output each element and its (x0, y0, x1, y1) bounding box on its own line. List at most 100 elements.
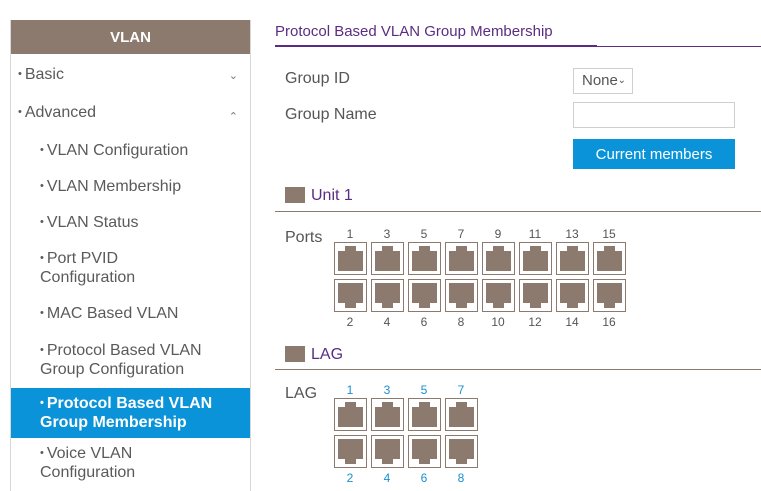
lag-6[interactable] (408, 435, 441, 468)
sidebar-item-label: VLAN Membership (46, 178, 182, 195)
sidebar-item-label: Protocol Based VLAN (46, 395, 213, 412)
group-id-value: None (582, 72, 618, 89)
ports-label: Ports (285, 229, 323, 246)
sidebar-item-vlan-status[interactable]: • VLAN Status (11, 214, 250, 233)
sidebar-item-label: Basic (24, 66, 64, 83)
bullet-icon: • (40, 344, 44, 356)
lag-number-top: 5 (420, 383, 428, 397)
bullet-icon: • (40, 216, 44, 228)
port-10[interactable] (482, 279, 515, 312)
group-id-select[interactable]: None ⌄ (573, 68, 633, 94)
port-9[interactable] (482, 242, 515, 275)
bullet-icon: • (40, 144, 44, 156)
port-14[interactable] (556, 279, 589, 312)
sidebar-item-label: Configuration (40, 269, 136, 286)
lag-2[interactable] (334, 435, 367, 468)
ethernet-port-icon (412, 283, 437, 308)
ethernet-port-icon (597, 246, 622, 271)
port-16[interactable] (593, 279, 626, 312)
sidebar-item-vlan-configuration[interactable]: • VLAN Configuration (11, 142, 250, 161)
sidebar-item-label: Voice VLAN (46, 445, 133, 462)
port-12[interactable] (519, 279, 552, 312)
lag-7[interactable] (445, 398, 478, 431)
lag-title: LAG (311, 346, 344, 363)
lag-1[interactable] (334, 398, 367, 431)
bullet-icon: • (40, 447, 44, 459)
ethernet-port-icon (523, 283, 548, 308)
sidebar: VLAN • Basic ⌄ • Advanced ⌃ • VLAN Configur… (10, 20, 251, 491)
ethernet-port-icon (412, 439, 437, 464)
port-number-top: 13 (565, 227, 579, 241)
unit-icon (285, 187, 305, 203)
sidebar-item-protocol-vlan-group-configuration[interactable]: • Protocol Based VLAN Group Configuration (11, 342, 250, 379)
sidebar-item-label: Group Configuration (40, 361, 185, 378)
ethernet-port-icon (560, 283, 585, 308)
port-13[interactable] (556, 242, 589, 275)
lag-3[interactable] (371, 398, 404, 431)
port-number-bottom: 6 (420, 315, 428, 329)
port-number-top: 3 (383, 227, 391, 241)
sidebar-item-port-pvid-configuration[interactable]: • Port PVID Configuration (11, 250, 250, 287)
sidebar-item-protocol-vlan-group-membership[interactable]: • Protocol Based VLAN Group Membership (11, 388, 250, 438)
sidebar-item-mac-based-vlan[interactable]: • MAC Based VLAN (11, 305, 250, 324)
chevron-up-icon[interactable]: ⌃ (229, 108, 238, 126)
port-number-bottom: 2 (346, 315, 354, 329)
sidebar-item-voice-vlan-configuration[interactable]: • Voice VLAN Configuration (11, 445, 250, 482)
port-number-top: 7 (457, 227, 465, 241)
sidebar-item-label: Protocol Based VLAN (46, 342, 202, 359)
sidebar-item-label: VLAN Configuration (46, 142, 189, 159)
sidebar-item-label: Configuration (40, 464, 136, 481)
lag-8[interactable] (445, 435, 478, 468)
unit-title: Unit 1 (311, 187, 353, 204)
port-2[interactable] (334, 279, 367, 312)
bullet-icon: • (40, 180, 44, 192)
port-number-top: 15 (602, 227, 616, 241)
sidebar-item-vlan-membership[interactable]: • VLAN Membership (11, 178, 250, 197)
port-6[interactable] (408, 279, 441, 312)
port-number-bottom: 4 (383, 315, 391, 329)
lag-4[interactable] (371, 435, 404, 468)
current-members-button[interactable]: Current members (573, 139, 735, 169)
port-7[interactable] (445, 242, 478, 275)
title-divider (597, 46, 761, 47)
port-15[interactable] (593, 242, 626, 275)
lag-divider (275, 369, 761, 370)
group-name-label: Group Name (285, 106, 377, 123)
port-3[interactable] (371, 242, 404, 275)
port-number-top: 9 (494, 227, 502, 241)
ethernet-port-icon (449, 402, 474, 427)
port-number-top: 1 (346, 227, 354, 241)
port-number-bottom: 12 (528, 315, 542, 329)
sidebar-item-basic[interactable]: • Basic ⌄ (11, 66, 250, 85)
ethernet-port-icon (597, 283, 622, 308)
chevron-down-icon[interactable]: ⌄ (229, 67, 238, 85)
port-5[interactable] (408, 242, 441, 275)
port-number-top: 11 (528, 227, 542, 241)
port-8[interactable] (445, 279, 478, 312)
sidebar-item-label: MAC Based VLAN (46, 305, 179, 322)
caret-down-icon: ⌄ (617, 75, 626, 86)
lag-number-top: 1 (346, 383, 354, 397)
sidebar-header-label: VLAN (110, 28, 151, 46)
ethernet-port-icon (375, 439, 400, 464)
ethernet-port-icon (338, 439, 363, 464)
sidebar-item-advanced[interactable]: • Advanced ⌃ (11, 104, 250, 123)
title-underline (275, 45, 597, 47)
sidebar-item-label: Port PVID (46, 250, 118, 267)
port-11[interactable] (519, 242, 552, 275)
port-4[interactable] (371, 279, 404, 312)
lag-label: LAG (285, 385, 318, 402)
lag-5[interactable] (408, 398, 441, 431)
group-name-input[interactable] (573, 102, 735, 128)
ethernet-port-icon (375, 246, 400, 271)
lag-number-bottom: 4 (383, 471, 391, 485)
group-id-label: Group ID (285, 70, 350, 87)
ethernet-port-icon (560, 246, 585, 271)
ethernet-port-icon (523, 246, 548, 271)
port-number-top: 5 (420, 227, 428, 241)
sidebar-item-label: VLAN Status (46, 214, 139, 231)
bullet-icon: • (40, 252, 44, 264)
ethernet-port-icon (338, 246, 363, 271)
port-number-bottom: 8 (457, 315, 465, 329)
port-1[interactable] (334, 242, 367, 275)
